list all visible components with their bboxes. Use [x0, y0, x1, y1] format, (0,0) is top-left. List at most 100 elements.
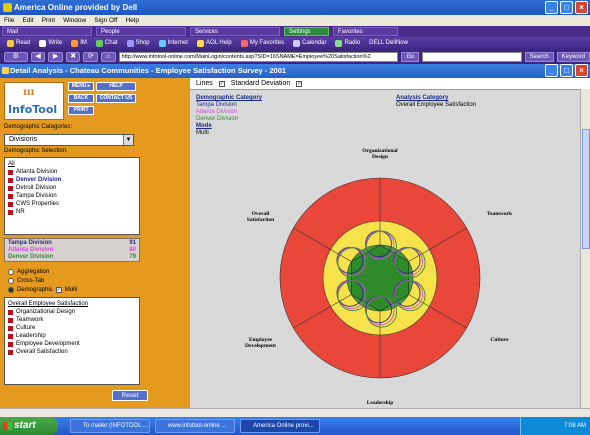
- calendar-button[interactable]: Calendar: [290, 38, 329, 49]
- contact-us-button[interactable]: CONTACT US: [96, 94, 136, 103]
- demographic-category-select[interactable]: Divisions ▼: [4, 134, 134, 146]
- settings-menu[interactable]: Settings: [284, 27, 329, 36]
- taskbar-item-infotool[interactable]: www.infotool-online ...: [155, 419, 235, 433]
- list-item[interactable]: CWS Properties: [8, 200, 136, 208]
- category-bullet-icon: [8, 317, 13, 323]
- minimize-icon[interactable]: _: [545, 1, 558, 14]
- dell-button[interactable]: DELL DellNow: [366, 38, 411, 49]
- aggregation-option[interactable]: Aggregation: [8, 269, 49, 275]
- search-input[interactable]: [422, 52, 522, 62]
- logo-mark: ɪɪɪ: [23, 87, 35, 98]
- taskbar-item-aol[interactable]: America Online provi...: [240, 419, 320, 433]
- vertical-scrollbar[interactable]: [580, 89, 590, 408]
- radio-button[interactable]: Radio: [332, 38, 363, 49]
- heart-icon: [240, 40, 248, 47]
- list-item[interactable]: Teamwork: [8, 316, 136, 324]
- services-menu[interactable]: Services: [190, 27, 280, 36]
- list-item[interactable]: Overall Employee Satisfaction: [8, 300, 136, 308]
- list-item[interactable]: NR: [8, 208, 136, 216]
- lines-checkbox[interactable]: ✓: [218, 80, 225, 87]
- home-icon[interactable]: ⌂: [101, 52, 116, 62]
- write-button[interactable]: Write: [36, 38, 65, 49]
- analysis-category-block: Analysis Category Overall Employee Satis…: [396, 95, 476, 109]
- demographic-selection-list[interactable]: All Atlanta Division Denver Division Det…: [4, 157, 140, 235]
- list-item[interactable]: Organizational Design: [8, 308, 136, 316]
- radio-icon[interactable]: [8, 278, 14, 284]
- menu-help[interactable]: Help: [126, 15, 139, 26]
- read-button[interactable]: Read: [4, 38, 33, 49]
- forward-arrow-icon[interactable]: ▶: [48, 52, 63, 62]
- list-item[interactable]: Leadership: [8, 332, 136, 340]
- globe-icon: [158, 40, 166, 47]
- favorites-menu[interactable]: Favorites: [333, 27, 398, 36]
- radio-icon[interactable]: [8, 287, 14, 293]
- shop-button[interactable]: Shop: [124, 38, 153, 49]
- back-button[interactable]: BACK: [68, 94, 94, 103]
- my-favorites-button[interactable]: My Favorites: [238, 38, 287, 49]
- menu-window[interactable]: Window: [63, 15, 86, 26]
- keyword-button[interactable]: Keyword: [556, 52, 590, 62]
- chart-options: Lines ✓ Standard Deviation ✓: [196, 80, 303, 87]
- category-list[interactable]: Overall Employee Satisfaction Organizati…: [4, 297, 140, 385]
- stop-icon[interactable]: ✖: [65, 52, 81, 62]
- document-title: Detail Analysis - Chateau Communities - …: [10, 66, 287, 75]
- chat-icon: [95, 40, 103, 47]
- axis-label: Employee Development: [245, 337, 276, 349]
- doc-close-icon[interactable]: ×: [575, 64, 588, 77]
- start-button[interactable]: start: [0, 417, 58, 435]
- help-button[interactable]: HELP: [96, 82, 136, 91]
- aol-help-button[interactable]: AOL Help: [194, 38, 235, 49]
- chevron-down-icon[interactable]: ▼: [123, 135, 133, 145]
- menu-bar: File Edit Print Window Sign Off Help: [0, 15, 590, 26]
- axis-label: Teamwork: [487, 211, 513, 217]
- menu-print[interactable]: Print: [42, 15, 55, 26]
- doc-maximize-icon[interactable]: □: [560, 64, 573, 77]
- taskbar-item-mailer[interactable]: To mailer (INFOTOOL ...: [70, 419, 150, 433]
- scrollbar-thumb[interactable]: [582, 129, 590, 249]
- menu-edit[interactable]: Edit: [22, 15, 33, 26]
- std-dev-checkbox[interactable]: ✓: [296, 80, 303, 87]
- internet-button[interactable]: Internet: [156, 38, 191, 49]
- horizontal-scrollbar[interactable]: [0, 408, 590, 417]
- axis-label: Leadership: [367, 400, 394, 406]
- main-content: Lines ✓ Standard Deviation ✓ Demographic…: [190, 78, 590, 408]
- category-bullet-icon: [8, 341, 13, 347]
- go-button[interactable]: Go: [401, 52, 420, 62]
- browser-title: America Online provided by Dell: [14, 3, 138, 12]
- search-button[interactable]: Search: [524, 52, 554, 62]
- summary-row: Denver Division 79: [8, 254, 136, 260]
- list-item[interactable]: Employee Development: [8, 340, 136, 348]
- list-item[interactable]: Culture: [8, 324, 136, 332]
- settings-nav-button[interactable]: ⚙: [4, 52, 28, 62]
- selected-divisions-summary: Tampa Division 91 Atlanta Division 80 Denv…: [4, 238, 140, 262]
- division-bullet-icon: [8, 201, 13, 207]
- url-input[interactable]: http://www.infotool-online.com/MainLogin…: [118, 52, 399, 62]
- doc-minimize-icon[interactable]: _: [545, 64, 558, 77]
- reload-icon[interactable]: ⟳: [83, 52, 99, 62]
- radio-icon[interactable]: [8, 269, 14, 275]
- im-button[interactable]: IM: [68, 38, 90, 49]
- people-menu[interactable]: People: [96, 27, 186, 36]
- menu-file[interactable]: File: [4, 15, 14, 26]
- chat-button[interactable]: Chat: [93, 38, 121, 49]
- back-arrow-icon[interactable]: ◀: [30, 52, 46, 62]
- infotool-logo: ɪɪɪ InfoTool: [4, 82, 64, 120]
- list-item[interactable]: Overall Satisfaction: [8, 348, 136, 356]
- list-item[interactable]: Detroit Division: [8, 184, 136, 192]
- list-item[interactable]: Tampa Division: [8, 192, 136, 200]
- print-button[interactable]: PRINT: [68, 106, 94, 115]
- menu-sign-off[interactable]: Sign Off: [94, 15, 117, 26]
- close-icon[interactable]: ×: [575, 1, 588, 14]
- demographic-option[interactable]: Demographic ✓ Multi: [8, 287, 77, 293]
- maximize-icon[interactable]: □: [560, 1, 573, 14]
- multi-checkbox[interactable]: ✓: [55, 287, 62, 293]
- demographic-category-title: Demographic Category: [196, 95, 263, 101]
- reset-button[interactable]: Reset: [112, 390, 148, 401]
- browser-title-bar: America Online provided by Dell _ □ ×: [0, 0, 590, 15]
- mail-menu[interactable]: Mail: [2, 27, 92, 36]
- list-item[interactable]: Denver Division: [8, 176, 136, 184]
- cross-tab-option[interactable]: Cross-Tab: [8, 278, 44, 284]
- list-item[interactable]: Atlanta Division: [8, 168, 136, 176]
- list-item[interactable]: All: [8, 160, 136, 168]
- menu-button[interactable]: MENU ▸: [68, 82, 94, 91]
